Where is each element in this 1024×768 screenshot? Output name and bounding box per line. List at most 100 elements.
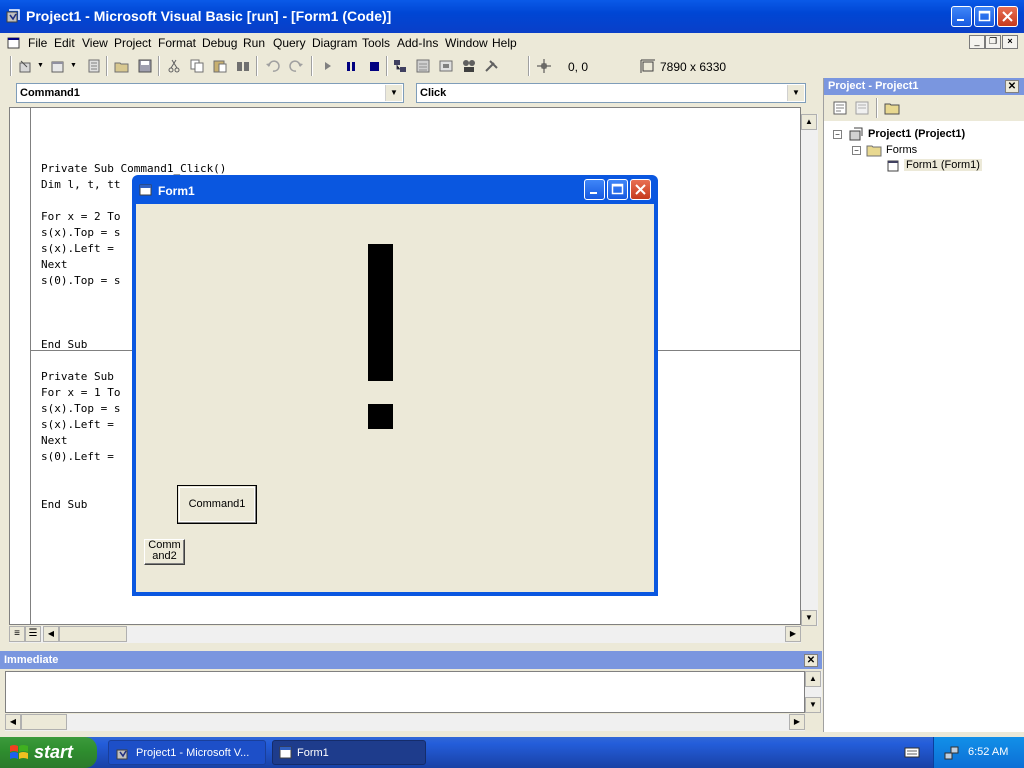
menu-diagram[interactable]: Diagram — [312, 36, 357, 50]
scroll-down-icon[interactable]: ▼ — [801, 610, 817, 626]
form1-window[interactable]: Form1 Command1 Comm and2 — [132, 175, 658, 596]
copy-icon[interactable] — [189, 58, 205, 74]
code-line[interactable]: Private Sub Command1_Click() — [41, 162, 226, 175]
code-line[interactable]: End Sub — [41, 498, 87, 511]
menu-file[interactable]: File — [28, 36, 47, 50]
scroll-thumb[interactable] — [59, 626, 127, 642]
immediate-input[interactable] — [5, 671, 805, 713]
menu-tools[interactable]: Tools — [362, 36, 390, 50]
menu-editor-icon[interactable] — [86, 58, 102, 74]
form1-maximize-button[interactable] — [607, 179, 628, 200]
start-button[interactable]: start — [0, 737, 97, 768]
dropdown-arrow-icon[interactable]: ▼ — [37, 62, 44, 69]
code-line[interactable]: s(x).Left = — [41, 418, 114, 431]
menu-query[interactable]: Query — [273, 36, 306, 50]
mdi-minimize-button[interactable]: _ — [969, 35, 985, 49]
command2-button[interactable]: Comm and2 — [144, 539, 185, 565]
code-line[interactable]: End Sub — [41, 338, 87, 351]
code-line[interactable]: s(x).Top = s — [41, 226, 120, 239]
code-horizontal-scrollbar[interactable]: ≡ ☰ ◀ ▶ — [9, 626, 801, 643]
scroll-up-icon[interactable]: ▲ — [801, 114, 817, 130]
menu-add-ins[interactable]: Add-Ins — [397, 36, 438, 50]
form-icon[interactable] — [139, 184, 152, 196]
minimize-button[interactable] — [951, 6, 972, 27]
form1-close-button[interactable] — [630, 179, 651, 200]
code-line[interactable]: s(x).Top = s — [41, 402, 120, 415]
open-folder-icon[interactable] — [114, 58, 130, 74]
command1-button[interactable]: Command1 — [177, 485, 257, 524]
object-browser-icon[interactable] — [461, 58, 477, 74]
scroll-down-icon[interactable]: ▼ — [805, 697, 821, 713]
code-line[interactable]: Next — [41, 258, 68, 271]
taskbar-item-form1[interactable]: Form1 — [272, 740, 426, 765]
menu-format[interactable]: Format — [158, 36, 196, 50]
code-vertical-scrollbar[interactable]: ▲ ▼ — [801, 114, 818, 626]
scroll-left-icon[interactable]: ◀ — [5, 714, 21, 730]
code-line[interactable]: Dim l, t, tt — [41, 178, 120, 191]
dropdown-arrow-icon[interactable]: ▼ — [70, 62, 77, 69]
clock[interactable]: 6:52 AM — [968, 746, 1008, 758]
procedure-view-icon[interactable]: ≡ — [9, 626, 25, 642]
scroll-right-icon[interactable]: ▶ — [789, 714, 805, 730]
immediate-horizontal-scrollbar[interactable]: ◀ ▶ — [5, 714, 805, 731]
collapse-icon[interactable]: − — [833, 130, 842, 139]
immediate-vertical-scrollbar[interactable]: ▲ ▼ — [805, 671, 822, 713]
scroll-thumb[interactable] — [21, 714, 67, 730]
maximize-button[interactable] — [974, 6, 995, 27]
code-line[interactable]: Next — [41, 434, 68, 447]
scroll-left-icon[interactable]: ◀ — [43, 626, 59, 642]
taskbar-item-vb[interactable]: Project1 - Microsoft V... — [108, 740, 266, 765]
end-stop-icon[interactable] — [366, 58, 382, 74]
toolbox-icon[interactable] — [484, 58, 500, 74]
project-explorer-icon[interactable] — [392, 58, 408, 74]
cut-icon[interactable] — [166, 58, 182, 74]
tree-forms-folder[interactable]: Forms — [886, 144, 917, 156]
menu-project[interactable]: Project — [114, 36, 151, 50]
mdi-close-button[interactable]: × — [1002, 35, 1018, 49]
paste-icon[interactable] — [212, 58, 228, 74]
collapse-icon[interactable]: − — [852, 146, 861, 155]
project-explorer-close-icon[interactable]: ✕ — [1005, 80, 1019, 93]
code-window-icon[interactable] — [7, 36, 21, 50]
code-line[interactable]: s(x).Left = — [41, 242, 114, 255]
toggle-folders-icon[interactable] — [884, 100, 900, 116]
view-object-icon[interactable] — [854, 100, 870, 116]
menu-help[interactable]: Help — [492, 36, 517, 50]
code-line[interactable]: For x = 1 To — [41, 386, 120, 399]
tree-project-node[interactable]: Project1 (Project1) — [868, 128, 965, 140]
scroll-up-icon[interactable]: ▲ — [805, 671, 821, 687]
add-form-icon[interactable] — [50, 58, 66, 74]
redo-icon[interactable] — [288, 58, 304, 74]
menu-debug[interactable]: Debug — [202, 36, 237, 50]
close-button[interactable] — [997, 6, 1018, 27]
title-bar[interactable]: Project1 - Microsoft Visual Basic [run] … — [0, 0, 1024, 33]
keyboard-icon[interactable] — [904, 745, 920, 759]
properties-window-icon[interactable] — [415, 58, 431, 74]
margin-indicator-bar[interactable] — [10, 108, 31, 624]
mdi-restore-button[interactable]: ❐ — [985, 35, 1001, 49]
network-icon[interactable] — [943, 745, 959, 761]
code-line[interactable]: s(0).Top = s — [41, 274, 120, 287]
menu-view[interactable]: View — [82, 36, 108, 50]
code-line[interactable]: Private Sub — [41, 370, 114, 383]
code-line[interactable]: For x = 2 To — [41, 210, 120, 223]
form-layout-icon[interactable] — [438, 58, 454, 74]
code-line[interactable]: s(0).Left = — [41, 450, 114, 463]
object-combo[interactable]: Command1 ▼ — [16, 83, 404, 103]
scroll-right-icon[interactable]: ▶ — [785, 626, 801, 642]
procedure-combo[interactable]: Click ▼ — [416, 83, 806, 103]
find-icon[interactable] — [235, 58, 251, 74]
full-module-view-icon[interactable]: ☰ — [25, 626, 41, 642]
undo-icon[interactable] — [265, 58, 281, 74]
chevron-down-icon[interactable]: ▼ — [787, 85, 804, 101]
menu-run[interactable]: Run — [243, 36, 265, 50]
add-project-icon[interactable] — [18, 58, 34, 74]
immediate-close-icon[interactable]: ✕ — [804, 654, 818, 667]
break-icon[interactable] — [343, 58, 359, 74]
menu-edit[interactable]: Edit — [54, 36, 75, 50]
menu-window[interactable]: Window — [445, 36, 488, 50]
start-run-icon[interactable] — [320, 58, 336, 74]
view-code-icon[interactable] — [832, 100, 848, 116]
save-icon[interactable] — [137, 58, 153, 74]
form1-minimize-button[interactable] — [584, 179, 605, 200]
